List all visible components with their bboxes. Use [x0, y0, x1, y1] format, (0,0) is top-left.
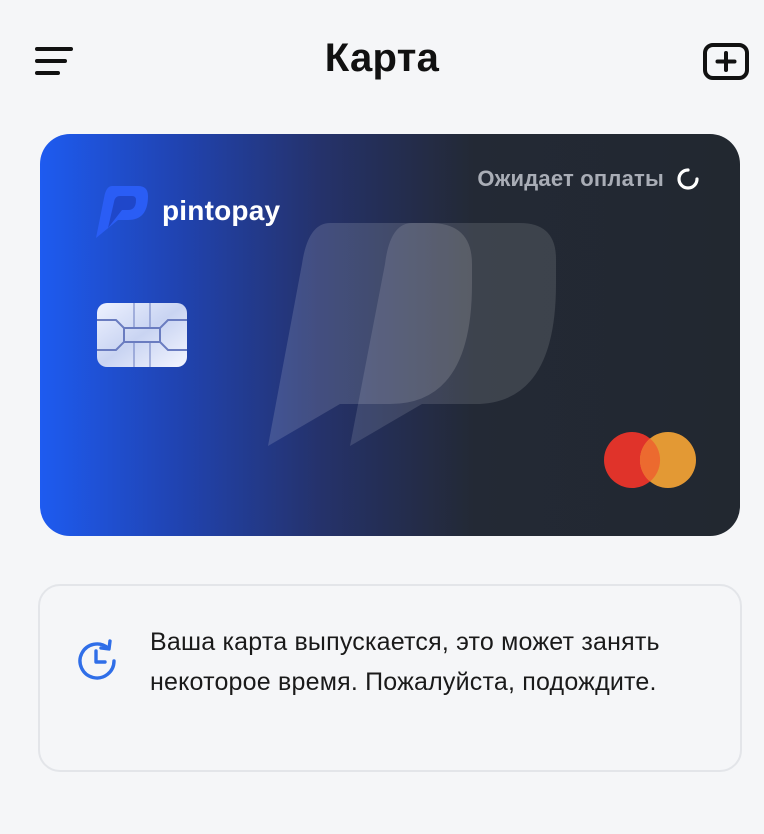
- bank-card[interactable]: Ожидает оплаты pintopay: [40, 134, 740, 536]
- brand-name: pintopay: [162, 195, 281, 226]
- status-text: Ожидает оплаты: [477, 166, 664, 191]
- issuing-notice: Ваша карта выпускается, это может занять…: [38, 584, 742, 772]
- clock-refresh-icon: [78, 639, 116, 680]
- brand-logo: pintopay: [94, 182, 280, 240]
- mastercard-logo: [604, 432, 696, 488]
- pintopay-logo-icon: [96, 186, 148, 238]
- page-title: Карта: [324, 36, 440, 80]
- card-screen: Карта Ожидает оплаты pintopay Ваша карта…: [0, 0, 764, 834]
- add-card-icon: [703, 43, 749, 80]
- chip-icon: [97, 303, 187, 367]
- header: Карта: [0, 0, 764, 124]
- card-status: Ожидает оплаты: [477, 164, 700, 194]
- add-card-button[interactable]: [698, 38, 754, 88]
- notice-text: Ваша карта выпускается, это может занять…: [150, 628, 660, 696]
- spinner-icon: [677, 168, 699, 190]
